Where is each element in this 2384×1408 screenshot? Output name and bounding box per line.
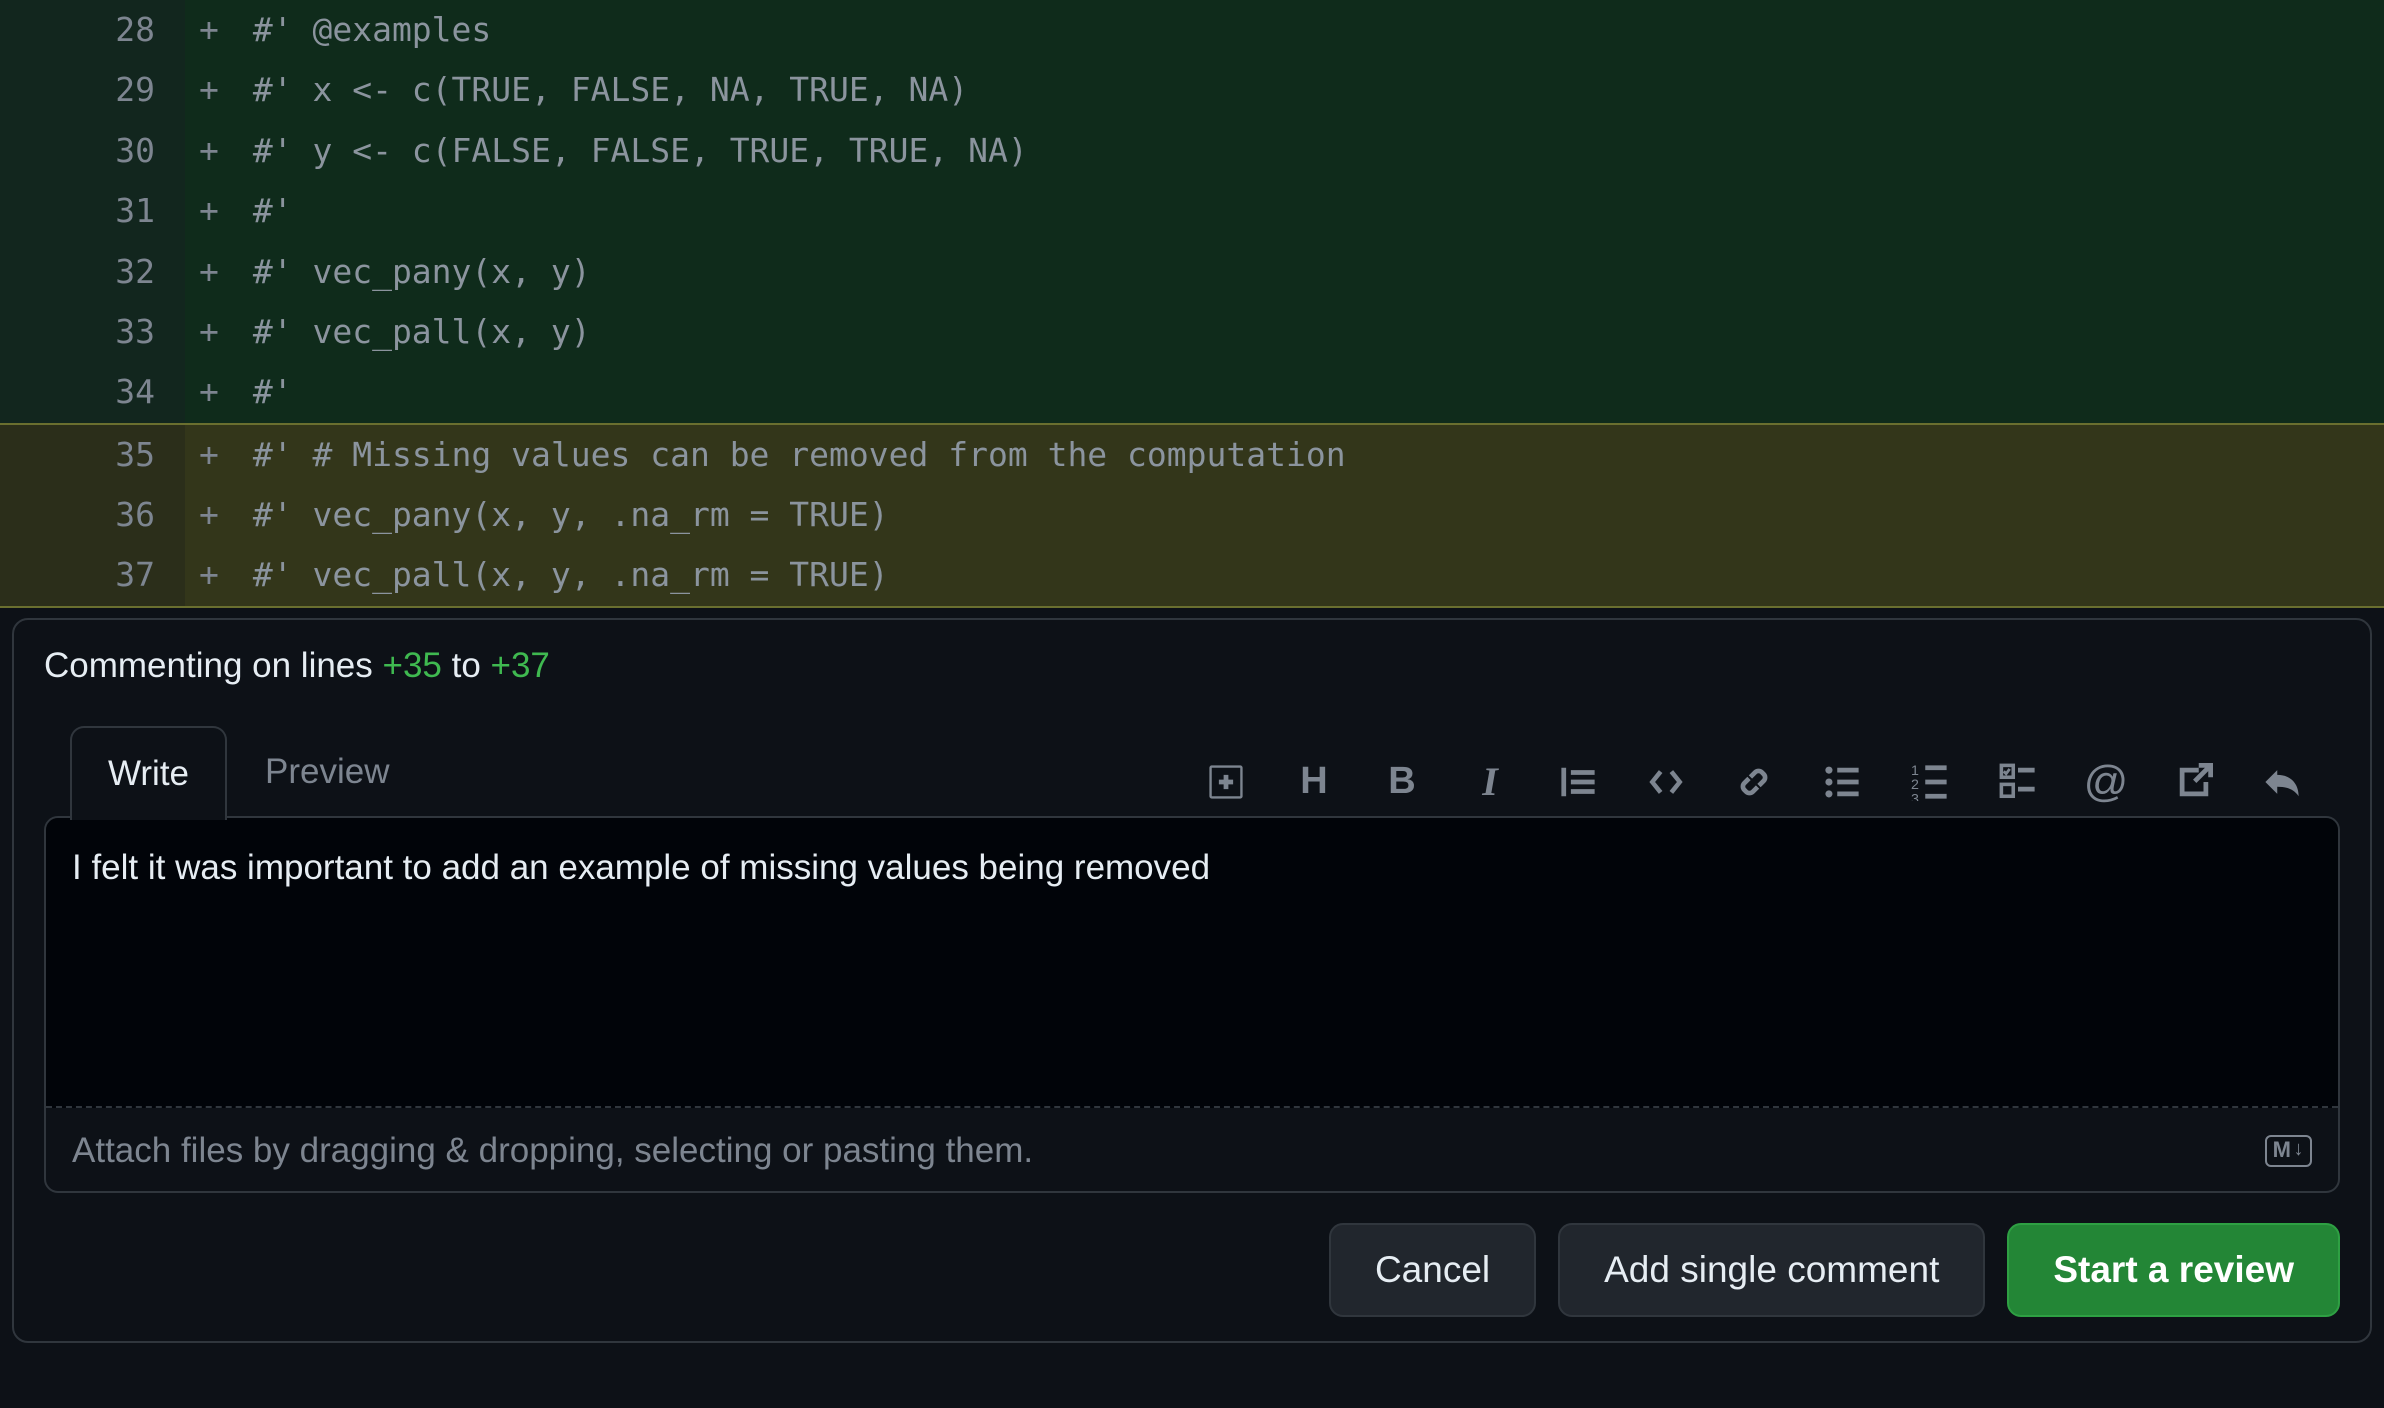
commenting-on-label: Commenting on lines +35 to +37 bbox=[14, 620, 2370, 692]
diff-marker: + bbox=[185, 485, 233, 545]
diff-marker: + bbox=[185, 60, 233, 120]
commenting-to: +37 bbox=[491, 646, 550, 685]
diff-marker: + bbox=[185, 242, 233, 302]
diff-marker: + bbox=[185, 424, 233, 485]
diff-marker: + bbox=[185, 181, 233, 241]
diff-line[interactable]: 32+ #' vec_pany(x, y) bbox=[0, 242, 2384, 302]
svg-text:3: 3 bbox=[1911, 791, 1919, 801]
diff-marker: + bbox=[185, 302, 233, 362]
markdown-toolbar: H B I 123 bbox=[1204, 760, 2340, 818]
code-content[interactable]: #' vec_pany(x, y) bbox=[233, 242, 2384, 302]
task-list-icon[interactable] bbox=[1996, 760, 2040, 804]
line-number[interactable]: 30 bbox=[0, 121, 185, 181]
line-number[interactable]: 34 bbox=[0, 362, 185, 423]
diff-line[interactable]: 36+ #' vec_pany(x, y, .na_rm = TRUE) bbox=[0, 485, 2384, 545]
code-content[interactable]: #' bbox=[233, 181, 2384, 241]
mention-icon[interactable]: @ bbox=[2084, 760, 2128, 804]
diff-line[interactable]: 31+ #' bbox=[0, 181, 2384, 241]
code-content[interactable]: #' y <- c(FALSE, FALSE, TRUE, TRUE, NA) bbox=[233, 121, 2384, 181]
start-review-button[interactable]: Start a review bbox=[2007, 1223, 2340, 1317]
diff-line[interactable]: 34+ #' bbox=[0, 362, 2384, 423]
diff-line[interactable]: 33+ #' vec_pall(x, y) bbox=[0, 302, 2384, 362]
commenting-prefix: Commenting on lines bbox=[44, 646, 383, 685]
reply-icon[interactable] bbox=[2260, 760, 2304, 804]
diff-line[interactable]: 35+ #' # Missing values can be removed f… bbox=[0, 424, 2384, 485]
tab-write[interactable]: Write bbox=[70, 726, 227, 820]
action-buttons: Cancel Add single comment Start a review bbox=[14, 1193, 2370, 1317]
line-number[interactable]: 36 bbox=[0, 485, 185, 545]
diff-line[interactable]: 29+ #' x <- c(TRUE, FALSE, NA, TRUE, NA) bbox=[0, 60, 2384, 120]
markdown-help-icon[interactable]: M bbox=[2265, 1135, 2312, 1167]
add-single-comment-button[interactable]: Add single comment bbox=[1558, 1223, 1985, 1317]
diff-line[interactable]: 28+ #' @examples bbox=[0, 0, 2384, 60]
heading-icon[interactable]: H bbox=[1292, 760, 1336, 804]
cross-reference-icon[interactable] bbox=[2172, 760, 2216, 804]
diff-marker: + bbox=[185, 0, 233, 60]
quote-icon[interactable] bbox=[1556, 760, 1600, 804]
line-number[interactable]: 33 bbox=[0, 302, 185, 362]
code-icon[interactable] bbox=[1644, 760, 1688, 804]
attach-hint[interactable]: Attach files by dragging & dropping, sel… bbox=[72, 1131, 1033, 1171]
commenting-from: +35 bbox=[383, 646, 442, 685]
diff-table: 28+ #' @examples29+ #' x <- c(TRUE, FALS… bbox=[0, 0, 2384, 608]
unordered-list-icon[interactable] bbox=[1820, 760, 1864, 804]
tab-preview[interactable]: Preview bbox=[227, 724, 427, 818]
line-number[interactable]: 29 bbox=[0, 60, 185, 120]
line-number[interactable]: 37 bbox=[0, 545, 185, 606]
code-content[interactable]: #' vec_pany(x, y, .na_rm = TRUE) bbox=[233, 485, 2384, 545]
code-content[interactable]: #' # Missing values can be removed from … bbox=[233, 424, 2384, 485]
code-content[interactable]: #' vec_pall(x, y, .na_rm = TRUE) bbox=[233, 545, 2384, 606]
code-content[interactable]: #' @examples bbox=[233, 0, 2384, 60]
commenting-to-word: to bbox=[442, 646, 491, 685]
code-content[interactable]: #' vec_pall(x, y) bbox=[233, 302, 2384, 362]
ordered-list-icon[interactable]: 123 bbox=[1908, 760, 1952, 804]
diff-marker: + bbox=[185, 362, 233, 423]
bold-icon[interactable]: B bbox=[1380, 760, 1424, 804]
diff-marker: + bbox=[185, 121, 233, 181]
diff-marker: + bbox=[185, 545, 233, 606]
line-number[interactable]: 35 bbox=[0, 424, 185, 485]
line-number[interactable]: 28 bbox=[0, 0, 185, 60]
line-number[interactable]: 32 bbox=[0, 242, 185, 302]
cancel-button[interactable]: Cancel bbox=[1329, 1223, 1536, 1317]
line-number[interactable]: 31 bbox=[0, 181, 185, 241]
code-content[interactable]: #' x <- c(TRUE, FALSE, NA, TRUE, NA) bbox=[233, 60, 2384, 120]
editor-box: Attach files by dragging & dropping, sel… bbox=[44, 816, 2340, 1193]
editor-tabs: Write Preview bbox=[70, 724, 428, 818]
suggestion-icon[interactable] bbox=[1204, 760, 1248, 804]
italic-icon[interactable]: I bbox=[1468, 760, 1512, 804]
link-icon[interactable] bbox=[1732, 760, 1776, 804]
code-content[interactable]: #' bbox=[233, 362, 2384, 423]
diff-line[interactable]: 30+ #' y <- c(FALSE, FALSE, TRUE, TRUE, … bbox=[0, 121, 2384, 181]
comment-textarea[interactable] bbox=[46, 818, 2338, 1108]
diff-line[interactable]: 37+ #' vec_pall(x, y, .na_rm = TRUE) bbox=[0, 545, 2384, 606]
comment-form: Commenting on lines +35 to +37 Write Pre… bbox=[12, 618, 2372, 1343]
